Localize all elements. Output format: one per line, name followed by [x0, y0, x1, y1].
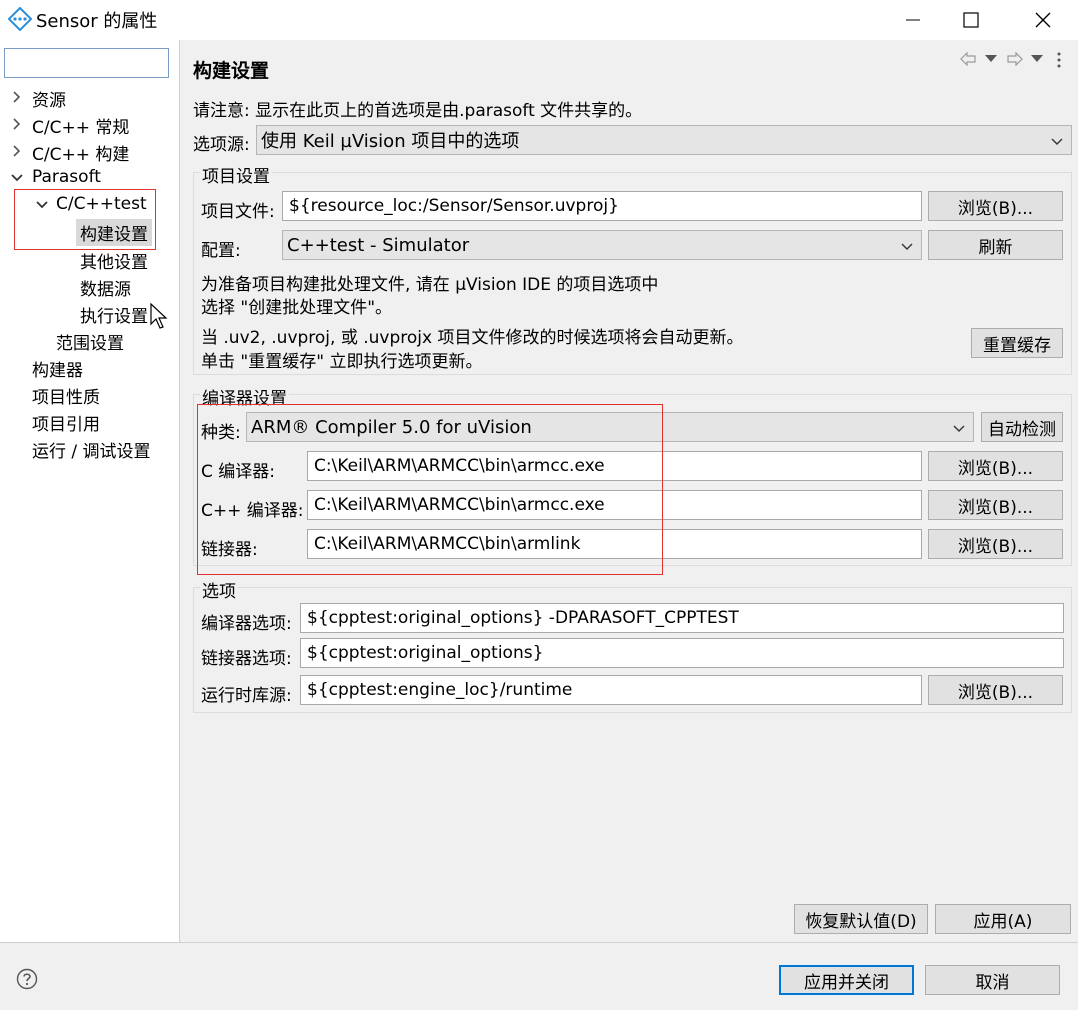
project-settings-legend: 项目设置 [200, 162, 272, 187]
chevron-right-icon[interactable] [10, 90, 24, 104]
forward-arrow-icon[interactable] [1007, 52, 1023, 66]
c-compiler-input[interactable]: C:\Keil\ARM\ARMCC\bin\armcc.exe [307, 451, 922, 481]
compiler-kind-select[interactable]: ARM® Compiler 5.0 for uVision [246, 412, 974, 442]
reset-cache-button[interactable]: 重置缓存 [971, 328, 1063, 358]
tree-item-scope-settings[interactable]: 范围设置 [56, 329, 124, 354]
title-bar: Sensor 的属性 [0, 0, 1078, 40]
back-menu-icon[interactable] [985, 55, 997, 63]
apply-button[interactable]: 应用(A) [935, 904, 1071, 934]
chevron-down-icon [953, 425, 965, 432]
tree-item-cpp-build[interactable]: C/C++ 构建 [32, 140, 129, 165]
compiler-options-label: 编译器选项: [201, 614, 292, 634]
project-info-line-3: 当 .uv2, .uvproj, 或 .uvprojx 项目文件修改的时候选项将… [201, 328, 744, 348]
option-source-select[interactable]: 使用 Keil µVision 项目中的选项 [256, 125, 1072, 155]
c-compiler-browse-button[interactable]: 浏览(B)... [928, 451, 1063, 481]
config-value: C++test - Simulator [287, 234, 470, 256]
project-info-line-1: 为准备项目构建批处理文件, 请在 µVision IDE 的项目选项中 [201, 275, 659, 295]
option-source-value: 使用 Keil µVision 项目中的选项 [261, 131, 520, 152]
tree-item-execution-settings[interactable]: 执行设置 [80, 302, 148, 327]
options-legend: 选项 [200, 577, 238, 602]
linker-options-input[interactable]: ${cpptest:original_options} [300, 638, 1064, 668]
tree-item-build-settings[interactable]: 构建设置 [76, 219, 152, 246]
chevron-down-icon[interactable] [35, 198, 49, 212]
shared-preferences-note: 请注意: 显示在此页上的首选项是由.parasoft 文件共享的。 [193, 101, 643, 121]
dialog-footer [0, 942, 1078, 1010]
chevron-right-icon[interactable] [10, 117, 24, 131]
linker-input[interactable]: C:\Keil\ARM\ARMCC\bin\armlink [307, 529, 922, 559]
back-arrow-icon[interactable] [960, 52, 976, 66]
linker-label: 链接器: [201, 540, 258, 560]
tree-item-parasoft[interactable]: Parasoft [32, 167, 101, 187]
maximize-icon [963, 12, 979, 28]
apply-and-close-button[interactable]: 应用并关闭 [779, 965, 914, 995]
tree-item-other-settings[interactable]: 其他设置 [80, 248, 148, 273]
tree-item-builders[interactable]: 构建器 [32, 356, 83, 381]
cpp-compiler-label: C++ 编译器: [201, 501, 304, 521]
project-file-browse-button[interactable]: 浏览(B)... [928, 191, 1063, 221]
compiler-settings-legend: 编译器设置 [200, 384, 289, 409]
tree-item-data-source[interactable]: 数据源 [80, 275, 131, 300]
tree-item-project-natures[interactable]: 项目性质 [32, 383, 100, 408]
c-compiler-label: C 编译器: [201, 462, 276, 482]
config-select[interactable]: C++test - Simulator [282, 230, 922, 260]
option-source-label: 选项源: [193, 135, 250, 155]
more-menu-icon[interactable] [1056, 52, 1062, 68]
linker-browse-button[interactable]: 浏览(B)... [928, 529, 1063, 559]
chevron-down-icon [1051, 138, 1063, 145]
restore-defaults-button[interactable]: 恢复默认值(D) [794, 904, 928, 934]
compiler-kind-value: ARM® Compiler 5.0 for uVision [251, 416, 532, 438]
close-icon [1035, 12, 1051, 28]
cancel-button[interactable]: 取消 [925, 965, 1060, 995]
forward-menu-icon[interactable] [1031, 55, 1043, 63]
project-info-line-2: 选择 "创建批处理文件"。 [201, 298, 393, 318]
tree-item-project-references[interactable]: 项目引用 [32, 410, 100, 435]
compiler-options-input[interactable]: ${cpptest:original_options} -DPARASOFT_C… [300, 603, 1064, 633]
app-icon [8, 7, 32, 31]
cpp-compiler-input[interactable]: C:\Keil\ARM\ARMCC\bin\armcc.exe [307, 490, 922, 520]
tree-item-run-debug-settings[interactable]: 运行 / 调试设置 [32, 437, 151, 462]
project-info-line-4: 单击 "重置缓存" 立即执行选项更新。 [201, 352, 483, 372]
chevron-right-icon[interactable] [10, 144, 24, 158]
runtime-source-browse-button[interactable]: 浏览(B)... [928, 675, 1063, 705]
tree-item-resource[interactable]: 资源 [32, 86, 66, 111]
chevron-down-icon [901, 243, 913, 250]
chevron-down-icon[interactable] [10, 171, 24, 185]
cpp-compiler-browse-button[interactable]: 浏览(B)... [928, 490, 1063, 520]
compiler-kind-label: 种类: [201, 423, 241, 443]
window-title: Sensor 的属性 [36, 11, 158, 32]
autodetect-button[interactable]: 自动检测 [981, 412, 1063, 442]
runtime-source-input[interactable]: ${cpptest:engine_loc}/runtime [300, 675, 922, 705]
minimize-button[interactable] [884, 0, 942, 40]
maximize-button[interactable] [942, 0, 1000, 40]
filter-input[interactable] [4, 48, 169, 78]
minimize-icon [906, 19, 920, 21]
page-title: 构建设置 [193, 60, 270, 82]
runtime-source-label: 运行时库源: [201, 686, 292, 706]
tree-item-cpp-general[interactable]: C/C++ 常规 [32, 113, 129, 138]
help-icon[interactable] [16, 968, 38, 990]
mouse-cursor-icon [150, 303, 168, 329]
project-file-label: 项目文件: [201, 202, 275, 222]
linker-options-label: 链接器选项: [201, 649, 292, 669]
config-label: 配置: [201, 241, 241, 261]
project-file-input[interactable]: ${resource_loc:/Sensor/Sensor.uvproj} [282, 191, 922, 221]
close-button[interactable] [1014, 0, 1072, 40]
tree-item-cpptest[interactable]: C/C++test [56, 194, 147, 214]
refresh-button[interactable]: 刷新 [928, 230, 1063, 260]
